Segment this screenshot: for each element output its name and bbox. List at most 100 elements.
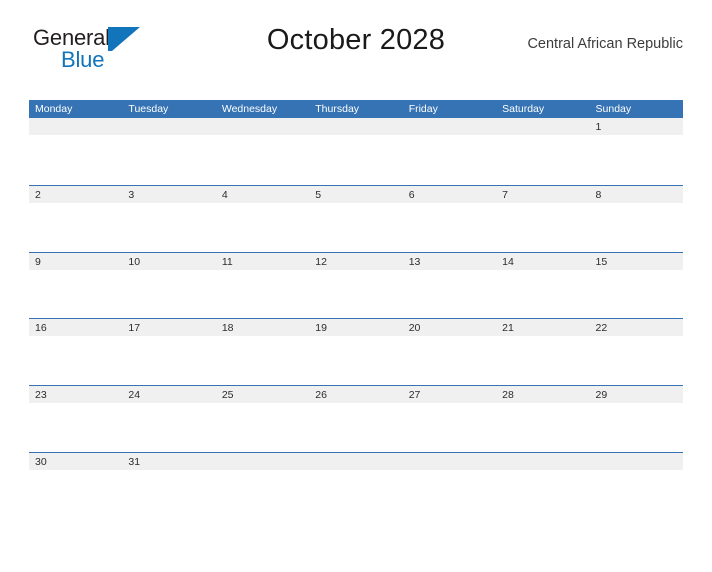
calendar-day-cell-empty[interactable]	[309, 118, 403, 185]
day-number: 26	[315, 389, 327, 402]
calendar-day-cell-empty[interactable]	[496, 452, 590, 519]
day-number: 21	[502, 322, 514, 335]
day-number-band	[29, 252, 123, 270]
calendar-week-row: 9 10 11 12 13 14 15	[29, 251, 683, 319]
day-number: 31	[128, 455, 141, 468]
day-number-band	[589, 452, 683, 470]
day-number: 5	[315, 188, 322, 201]
day-number: 23	[35, 389, 47, 402]
day-number: 19	[315, 322, 327, 335]
day-number: 15	[595, 255, 608, 268]
day-number: 8	[595, 188, 602, 201]
day-number-band	[122, 185, 216, 203]
calendar-day-cell[interactable]: 13	[402, 252, 497, 319]
calendar-day-cell-empty[interactable]	[589, 452, 683, 519]
calendar-week-row: 1	[29, 118, 683, 185]
day-number-band	[402, 452, 497, 470]
day-number: 12	[315, 255, 327, 268]
day-number-band	[122, 118, 216, 135]
day-number: 18	[221, 322, 234, 335]
calendar-day-cell-empty[interactable]	[402, 452, 497, 519]
calendar-day-cell-empty[interactable]	[309, 452, 403, 519]
calendar-day-cell[interactable]: 16	[29, 319, 123, 386]
day-number-band	[496, 118, 590, 135]
calendar-day-cell[interactable]: 18	[215, 319, 310, 386]
calendar-day-cell[interactable]: 24	[122, 386, 216, 452]
calendar-day-cell[interactable]: 11	[215, 252, 310, 319]
day-number-band	[29, 118, 123, 135]
calendar-day-cell[interactable]: 10	[122, 252, 216, 319]
calendar-week-row: 16 17 18 19 20 21 22	[29, 318, 683, 386]
calendar-day-cell[interactable]: 2	[29, 185, 123, 252]
day-number-band	[589, 185, 683, 203]
day-number: 16	[35, 322, 47, 335]
day-number: 13	[408, 255, 421, 268]
calendar-week-row: 23 24 25 26 27 28 29	[29, 385, 683, 452]
weekday-header-monday: Monday	[35, 103, 73, 115]
day-number: 7	[502, 188, 508, 201]
weekday-header-wednesday: Wednesday	[221, 103, 278, 115]
calendar-day-cell[interactable]: 9	[29, 252, 123, 319]
calendar-day-cell[interactable]: 12	[309, 252, 403, 319]
calendar-day-cell[interactable]: 30	[29, 452, 123, 519]
day-number-band	[215, 185, 310, 203]
day-number-band	[496, 185, 590, 203]
calendar-day-cell[interactable]: 14	[496, 252, 590, 319]
calendar-day-cell-empty[interactable]	[496, 118, 590, 185]
day-number: 30	[35, 455, 47, 468]
calendar-day-cell[interactable]: 6	[402, 185, 497, 252]
calendar-day-cell[interactable]: 21	[496, 319, 590, 386]
day-number-band	[589, 118, 683, 135]
calendar-day-cell[interactable]: 8	[589, 185, 683, 252]
day-number-band	[309, 185, 403, 203]
day-number: 27	[408, 389, 421, 402]
calendar-day-cell[interactable]: 27	[402, 386, 497, 452]
weekday-header-tuesday: Tuesday	[128, 103, 169, 115]
day-number-band	[309, 118, 403, 135]
calendar-day-cell[interactable]: 22	[589, 319, 683, 386]
calendar-day-cell[interactable]: 28	[496, 386, 590, 452]
day-number: 17	[128, 322, 141, 335]
day-number: 24	[128, 389, 141, 402]
day-number: 2	[35, 188, 41, 201]
calendar-weeks: 1 2 3 4 5 6 7 8 9 10 11 12 13 14 15 16 17 18 19 20 21 22 23 24 2…	[29, 118, 683, 519]
calendar-day-cell[interactable]: 31	[122, 452, 216, 519]
calendar-day-cell[interactable]: 26	[309, 386, 403, 452]
day-number: 6	[408, 188, 415, 201]
day-number: 11	[221, 255, 233, 268]
calendar-day-cell[interactable]: 1	[589, 118, 683, 185]
calendar-day-cell-empty[interactable]	[215, 118, 310, 185]
calendar-day-cell[interactable]: 20	[402, 319, 497, 386]
calendar-day-cell[interactable]: 4	[215, 185, 310, 252]
day-number: 9	[35, 255, 41, 268]
calendar-day-cell-empty[interactable]	[215, 452, 310, 519]
calendar-day-cell-empty[interactable]	[29, 118, 123, 185]
calendar-day-cell[interactable]: 29	[589, 386, 683, 452]
calendar-grid: Monday Tuesday Wednesday Thursday Friday Satu…	[29, 100, 683, 519]
day-number: 29	[595, 389, 608, 402]
calendar-day-cell[interactable]: 15	[589, 252, 683, 319]
day-number-band	[309, 452, 403, 470]
calendar-day-cell-empty[interactable]	[122, 118, 216, 185]
calendar-day-cell[interactable]: 5	[309, 185, 403, 252]
calendar-day-cell[interactable]: 19	[309, 319, 403, 386]
weekday-header-sunday: Sunday	[595, 103, 632, 115]
day-number: 10	[128, 255, 141, 268]
calendar-day-cell[interactable]: 7	[496, 185, 590, 252]
day-number: 25	[221, 389, 234, 402]
page-header: General Blue October 2028 Central Africa…	[29, 22, 683, 78]
calendar-day-cell[interactable]: 3	[122, 185, 216, 252]
day-number: 1	[595, 121, 602, 133]
calendar-day-cell[interactable]: 25	[215, 386, 310, 452]
day-number: 22	[595, 322, 608, 335]
day-number-band	[215, 452, 310, 470]
calendar-day-cell[interactable]: 17	[122, 319, 216, 386]
day-number: 20	[408, 322, 421, 335]
day-number-band	[215, 118, 310, 135]
day-number: 3	[128, 188, 135, 201]
day-number-band	[402, 118, 497, 135]
day-number: 28	[502, 389, 514, 402]
weekday-header-row: Monday Tuesday Wednesday Thursday Friday Satu…	[29, 100, 683, 118]
calendar-day-cell[interactable]: 23	[29, 386, 123, 452]
calendar-day-cell-empty[interactable]	[402, 118, 497, 185]
